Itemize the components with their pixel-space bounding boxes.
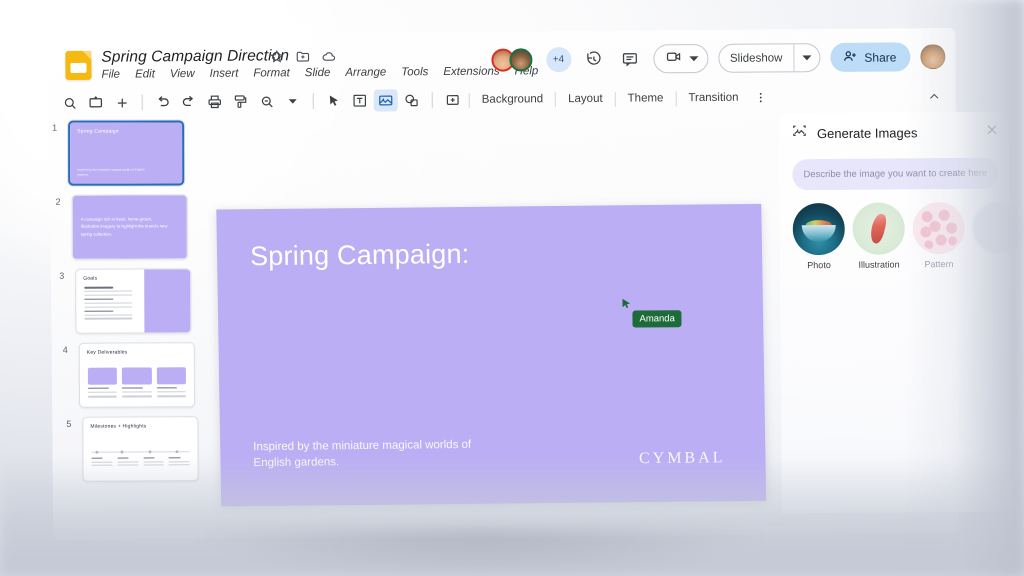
theme-button[interactable]: Theme (620, 89, 672, 107)
right-blur (904, 0, 1024, 576)
toolbar-divider (555, 91, 557, 107)
style-label: Photo (807, 260, 831, 271)
menu-bar: File Edit View Insert Format Slide Arran… (101, 65, 538, 80)
thumbnail-title: Goals (83, 275, 98, 282)
title-bar: Spring Campaign Direction File Edit View… (57, 34, 949, 89)
panel-title: Generate Images (816, 124, 918, 141)
toolbar-divider (141, 94, 143, 111)
more-vertical-icon[interactable] (748, 86, 772, 108)
collaborator-cursor: Amanda (620, 297, 682, 328)
slide-number: 5 (66, 418, 72, 429)
style-option-photo[interactable]: Photo (792, 202, 846, 271)
search-icon[interactable] (58, 92, 82, 114)
person-add-icon (842, 48, 857, 66)
slideshow-button[interactable]: Slideshow (717, 43, 821, 73)
transition-button[interactable]: Transition (680, 89, 746, 108)
chevron-down-icon (688, 50, 698, 68)
header-right-cluster: +4 Slideshow Share (490, 42, 946, 75)
slide-number: 3 (59, 270, 65, 281)
menu-item-view[interactable]: View (170, 68, 195, 80)
slide-thumbnail-3[interactable]: Goals (75, 268, 192, 334)
thumbnail-cards (87, 367, 186, 398)
comment-icon[interactable] (617, 46, 643, 72)
select-cursor-icon[interactable] (322, 90, 346, 112)
slide-number: 2 (55, 196, 61, 207)
meet-button[interactable] (652, 43, 709, 74)
share-button[interactable]: Share (830, 42, 911, 73)
paint-format-icon[interactable] (229, 91, 253, 113)
slide-thumbnail-1[interactable]: Spring Campaign Inspired by the miniatur… (68, 120, 185, 186)
move-to-folder-icon[interactable] (295, 49, 310, 64)
slideshow-label: Slideshow (729, 51, 783, 65)
line-icon[interactable] (441, 89, 465, 111)
pointer-cursor-icon (622, 298, 631, 309)
version-history-icon[interactable] (581, 46, 607, 72)
video-camera-icon (665, 48, 682, 70)
list-item[interactable]: 1 Spring Campaign Inspired by the miniat… (50, 120, 190, 186)
thumbnail-subtitle: Inspired by the miniature magical worlds… (77, 167, 145, 177)
zoom-caret-icon[interactable] (281, 90, 305, 112)
menu-item-format[interactable]: Format (253, 67, 290, 79)
share-label: Share (864, 49, 897, 65)
slide-thumbnail-2[interactable]: A campaign rich in fresh, home-grown, il… (71, 194, 188, 260)
background-button[interactable]: Background (474, 90, 552, 109)
title-icon-group (269, 49, 336, 65)
toolbar-divider (312, 93, 314, 110)
document-title[interactable]: Spring Campaign Direction (101, 47, 289, 66)
insert-image-icon[interactable] (373, 89, 398, 112)
undo-icon[interactable] (151, 91, 175, 113)
new-slide-icon[interactable] (84, 92, 108, 114)
generate-image-icon (791, 122, 808, 144)
list-item[interactable]: 4 Key Deliverables (61, 342, 196, 408)
style-option-illustration[interactable]: Illustration (852, 202, 906, 270)
collaborator-avatars (490, 48, 533, 72)
text-box-icon[interactable] (348, 90, 372, 112)
thumbnail-title: Milestones + Highlights (90, 423, 147, 430)
collaborator-overflow-badge[interactable]: +4 (545, 47, 572, 73)
star-icon[interactable] (269, 49, 284, 64)
shape-icon[interactable] (400, 89, 424, 111)
thumbnail-title: Key Deliverables (86, 349, 128, 356)
collaborator-avatar[interactable] (508, 48, 533, 72)
zoom-icon[interactable] (255, 90, 279, 112)
print-icon[interactable] (203, 91, 227, 113)
slides-logo-icon[interactable] (65, 50, 92, 81)
toolbar-divider (614, 91, 616, 107)
surface-shadow (200, 530, 760, 576)
menu-item-edit[interactable]: Edit (135, 68, 155, 80)
toolbar-divider (431, 92, 433, 109)
cloud-saved-icon[interactable] (321, 49, 336, 64)
menu-item-tools[interactable]: Tools (401, 66, 428, 78)
style-label: Illustration (858, 259, 900, 270)
slide-title[interactable]: Spring Campaign: (250, 239, 470, 272)
thumbnail-timeline (91, 449, 190, 454)
illustration-style-swatch (852, 202, 905, 255)
photo-style-swatch (792, 202, 845, 256)
toolbar-divider (675, 90, 677, 106)
list-item[interactable]: 2 A campaign rich in fresh, home-grown, … (54, 194, 191, 260)
plus-icon[interactable] (110, 91, 134, 113)
redo-icon[interactable] (177, 91, 201, 113)
thumbnail-title: Spring Campaign (77, 128, 119, 135)
menu-item-file[interactable]: File (101, 69, 120, 81)
list-item[interactable]: 3 Goals (57, 268, 192, 334)
slide-number: 1 (52, 122, 58, 133)
slide-number: 4 (62, 344, 68, 355)
thumbnail-image-block (144, 269, 191, 333)
slide-thumbnail-4[interactable]: Key Deliverables (78, 342, 196, 408)
menu-item-insert[interactable]: Insert (210, 68, 239, 80)
menu-item-arrange[interactable]: Arrange (345, 66, 386, 78)
thumbnail-text-lines (84, 286, 133, 322)
menu-item-slide[interactable]: Slide (305, 67, 331, 79)
toolbar-divider (468, 92, 470, 108)
slideshow-caret-icon[interactable] (793, 44, 820, 72)
layout-button[interactable]: Layout (560, 90, 611, 108)
thumbnail-body: A campaign rich in fresh, home-grown, il… (80, 216, 168, 237)
collaborator-name-label: Amanda (632, 310, 682, 328)
